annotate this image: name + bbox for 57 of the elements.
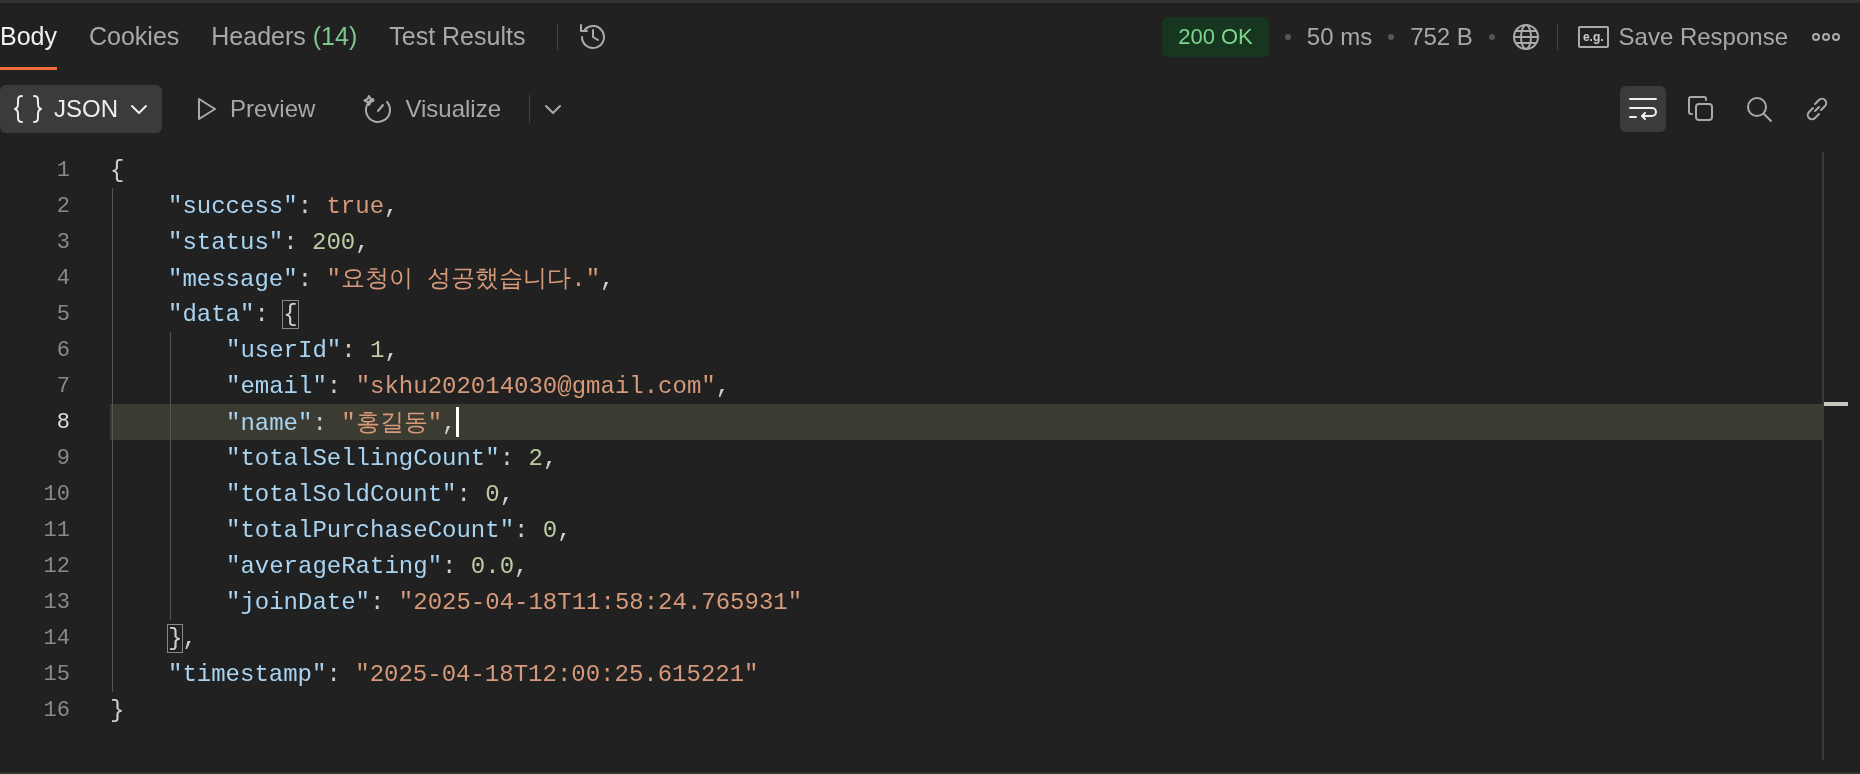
code-line: "totalPurchaseCount": 0, (226, 516, 572, 544)
play-icon (196, 97, 218, 121)
code-line: "data": { (168, 300, 298, 328)
line-number: 12 (42, 553, 70, 579)
line-number: 8 (55, 409, 70, 435)
code-line: } (110, 696, 125, 724)
code-line: }, (168, 624, 197, 652)
text-cursor (456, 407, 460, 437)
line-number: 15 (42, 661, 70, 687)
copy-icon (1687, 95, 1715, 123)
code-line: "averageRating": 0.0, (226, 552, 529, 580)
response-tab[interactable]: Cookies (89, 3, 180, 70)
cursor-marker (1824, 402, 1848, 406)
line-number: 7 (55, 373, 70, 399)
chevron-down-icon[interactable] (544, 103, 562, 115)
view-mode-button[interactable]: Visualize (349, 85, 515, 133)
line-number: 5 (55, 301, 70, 327)
search-icon (1745, 95, 1773, 123)
more-icon[interactable] (1812, 31, 1840, 42)
response-tab[interactable]: Headers (14) (211, 3, 358, 70)
code-line: { (110, 156, 125, 184)
line-number: 9 (55, 445, 70, 471)
line-number: 2 (55, 193, 70, 219)
status-badge: 200 OK (1162, 16, 1269, 57)
code-line: "status": 200, (168, 228, 370, 256)
code-line: "email": "skhu202014030@gmail.com", (226, 372, 731, 400)
example-icon: e.g. (1577, 25, 1609, 48)
line-number: 13 (42, 589, 70, 615)
code-line: "totalSoldCount": 0, (226, 480, 515, 508)
line-number: 3 (55, 229, 70, 255)
line-number: 10 (42, 481, 70, 507)
save-response-button[interactable]: Save Response (1618, 22, 1788, 51)
braces-icon (14, 94, 42, 124)
response-time: 50 ms (1306, 22, 1373, 51)
response-tab[interactable]: Body (0, 3, 57, 70)
view-mode-button[interactable]: JSON (0, 85, 162, 133)
code-line: "totalSellingCount": 2, (226, 444, 558, 472)
line-number: 14 (42, 625, 70, 651)
code-line: "joinDate": "2025-04-18T11:58:24.765931" (226, 588, 803, 616)
globe-icon[interactable] (1510, 21, 1541, 52)
line-number: 4 (55, 265, 70, 291)
code-line: "timestamp": "2025-04-18T12:00:25.615221" (168, 660, 759, 688)
response-tab[interactable]: Test Results (389, 3, 526, 70)
code-line: "message": "요청이 성공했습니다.", (168, 265, 615, 294)
sparkle-gauge-icon (363, 94, 394, 124)
code-line: "success": true, (168, 192, 399, 220)
code-line: "userId": 1, (226, 336, 399, 364)
line-number: 6 (55, 337, 70, 363)
line-number: 16 (42, 697, 70, 723)
code-line: "name": "홍길동", (226, 409, 457, 438)
line-number: 11 (42, 517, 70, 543)
view-mode-button[interactable]: Preview (182, 85, 330, 133)
line-number: 1 (55, 157, 70, 183)
wrap-text-icon (1628, 96, 1658, 122)
toolbar-button[interactable] (1620, 86, 1666, 132)
chevron-down-icon (130, 103, 148, 115)
response-size: 752 B (1410, 22, 1473, 51)
